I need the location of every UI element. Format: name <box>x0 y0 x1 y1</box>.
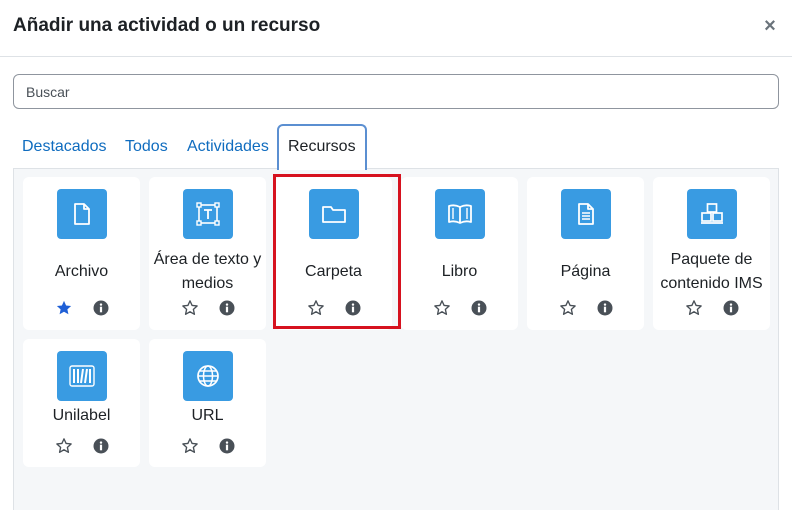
tab-todos[interactable]: Todos <box>116 124 177 169</box>
page-icon <box>578 203 594 225</box>
tab-recursos[interactable]: Recursos <box>277 124 367 170</box>
star-outline-icon[interactable] <box>307 299 325 317</box>
info-icon[interactable] <box>345 300 361 316</box>
module-card-carpeta: Carpeta <box>275 177 392 330</box>
modal-title: Añadir una actividad o un recurso <box>13 15 321 36</box>
module-card-url: URL <box>149 339 266 467</box>
module-icon-button[interactable] <box>183 351 233 401</box>
module-name[interactable]: URL <box>149 403 266 429</box>
globe-icon <box>197 365 219 387</box>
star-outline-icon[interactable] <box>433 299 451 317</box>
module-name[interactable]: Área de texto y medios <box>149 247 266 297</box>
module-name[interactable]: Archivo <box>23 247 140 297</box>
modal-header: Añadir una actividad o un recurso × <box>0 0 792 57</box>
info-icon[interactable] <box>93 438 109 454</box>
star-outline-icon[interactable] <box>181 299 199 317</box>
module-icon-button[interactable] <box>309 189 359 239</box>
module-name[interactable]: Paquete de contenido IMS <box>653 247 770 297</box>
info-icon[interactable] <box>219 438 235 454</box>
tab-destacados[interactable]: Destacados <box>13 124 116 169</box>
info-icon[interactable] <box>723 300 739 316</box>
close-button[interactable]: × <box>762 14 778 38</box>
package-icon <box>701 203 723 224</box>
book-icon <box>448 204 472 224</box>
star-outline-icon[interactable] <box>685 299 703 317</box>
unilabel-icon <box>69 365 95 387</box>
module-name[interactable]: Página <box>527 247 644 297</box>
module-card-libro: Libro <box>401 177 518 330</box>
text-area-icon <box>196 202 220 226</box>
search-input[interactable] <box>13 74 779 109</box>
module-card-pagina: Página <box>527 177 644 330</box>
folder-icon <box>322 206 346 223</box>
module-card-area-texto: Área de texto y medios <box>149 177 266 330</box>
star-outline-icon[interactable] <box>559 299 577 317</box>
info-icon[interactable] <box>597 300 613 316</box>
star-filled-icon[interactable] <box>55 299 73 317</box>
module-card-unilabel: Unilabel <box>23 339 140 467</box>
module-icon-button[interactable] <box>57 351 107 401</box>
file-icon <box>74 203 90 225</box>
module-card-archivo: Archivo <box>23 177 140 330</box>
tab-actividades[interactable]: Actividades <box>178 124 278 169</box>
info-icon[interactable] <box>471 300 487 316</box>
module-icon-button[interactable] <box>57 189 107 239</box>
module-name[interactable]: Libro <box>401 247 518 297</box>
info-icon[interactable] <box>219 300 235 316</box>
star-outline-icon[interactable] <box>55 437 73 455</box>
module-card-paquete-ims: Paquete de contenido IMS <box>653 177 770 330</box>
modules-panel: Archivo Área de texto y medios Carpeta L… <box>13 169 779 510</box>
module-name[interactable]: Unilabel <box>23 403 140 429</box>
module-icon-button[interactable] <box>183 189 233 239</box>
star-outline-icon[interactable] <box>181 437 199 455</box>
module-icon-button[interactable] <box>435 189 485 239</box>
module-icon-button[interactable] <box>561 189 611 239</box>
info-icon[interactable] <box>93 300 109 316</box>
tab-bar: Destacados Todos Actividades Recursos <box>13 124 779 170</box>
module-icon-button[interactable] <box>687 189 737 239</box>
module-name[interactable]: Carpeta <box>275 247 392 297</box>
